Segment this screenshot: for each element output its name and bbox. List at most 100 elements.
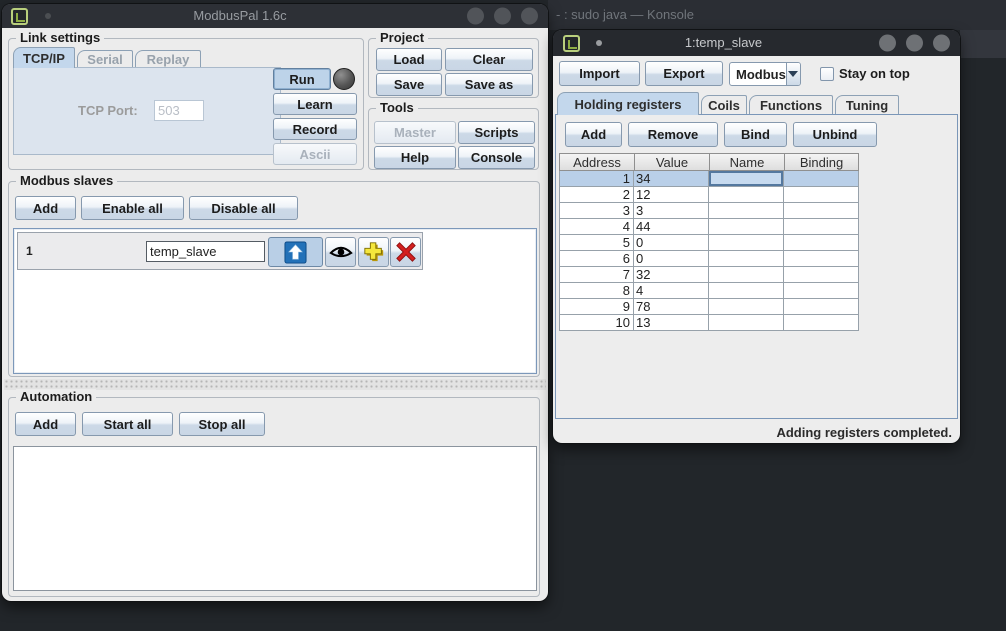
tab-tcpip[interactable]: TCP/IP: [13, 47, 75, 68]
cell-name[interactable]: [709, 219, 784, 235]
table-row[interactable]: 4 44: [559, 219, 859, 235]
register-add-button[interactable]: Add: [565, 122, 622, 147]
cell-value[interactable]: 12: [634, 187, 709, 203]
cell-binding[interactable]: [784, 203, 859, 219]
maximize-button[interactable]: [494, 8, 511, 25]
modbuspal-titlebar[interactable]: ModbusPal 1.6c: [2, 4, 548, 28]
stop-all-button[interactable]: Stop all: [179, 412, 265, 436]
slave-add-button[interactable]: Add: [15, 196, 76, 220]
cell-address[interactable]: 10: [559, 315, 634, 331]
table-row[interactable]: 5 0: [559, 235, 859, 251]
save-button[interactable]: Save: [376, 73, 442, 96]
record-button[interactable]: Record: [273, 118, 357, 140]
slave-editor-titlebar[interactable]: 1:temp_slave: [553, 30, 960, 56]
table-row[interactable]: 10 13: [559, 315, 859, 331]
master-button[interactable]: Master: [374, 121, 456, 144]
tab-functions[interactable]: Functions: [749, 95, 833, 115]
col-binding[interactable]: Binding: [784, 153, 859, 171]
cell-name[interactable]: [709, 267, 784, 283]
cell-address[interactable]: 9: [559, 299, 634, 315]
cell-binding[interactable]: [784, 219, 859, 235]
cell-value[interactable]: 3: [634, 203, 709, 219]
tab-holding-registers[interactable]: Holding registers: [557, 92, 699, 115]
cell-name[interactable]: [709, 203, 784, 219]
table-row[interactable]: 7 32: [559, 267, 859, 283]
automation-add-button[interactable]: Add: [15, 412, 76, 436]
slave-delete-button[interactable]: [390, 237, 421, 267]
cell-address[interactable]: 7: [559, 267, 634, 283]
table-row[interactable]: 6 0: [559, 251, 859, 267]
cell-name[interactable]: [709, 299, 784, 315]
minimize-button[interactable]: [879, 35, 896, 52]
cell-binding[interactable]: [784, 267, 859, 283]
import-button[interactable]: Import: [559, 61, 640, 86]
cell-binding[interactable]: [784, 187, 859, 203]
combobox-button[interactable]: [786, 63, 800, 85]
cell-binding[interactable]: [784, 315, 859, 331]
cell-name[interactable]: [709, 235, 784, 251]
tab-coils[interactable]: Coils: [701, 95, 747, 115]
cell-address[interactable]: 6: [559, 251, 634, 267]
cell-binding[interactable]: [784, 235, 859, 251]
close-button[interactable]: [521, 8, 538, 25]
cell-address[interactable]: 5: [559, 235, 634, 251]
cell-address[interactable]: 1: [559, 171, 634, 187]
slave-enable-toggle[interactable]: [268, 237, 323, 267]
console-button[interactable]: Console: [458, 146, 535, 169]
table-row[interactable]: 2 12: [559, 187, 859, 203]
cell-value[interactable]: 32: [634, 267, 709, 283]
table-row[interactable]: 8 4: [559, 283, 859, 299]
cell-value[interactable]: 0: [634, 235, 709, 251]
stay-on-top-checkbox[interactable]: [820, 67, 834, 81]
cell-address[interactable]: 3: [559, 203, 634, 219]
clear-button[interactable]: Clear: [445, 48, 533, 71]
cell-name[interactable]: [709, 171, 784, 187]
tab-serial[interactable]: Serial: [77, 50, 133, 68]
close-button[interactable]: [933, 35, 950, 52]
cell-value[interactable]: 0: [634, 251, 709, 267]
register-remove-button[interactable]: Remove: [628, 122, 718, 147]
cell-binding[interactable]: [784, 171, 859, 187]
minimize-button[interactable]: [467, 8, 484, 25]
scripts-button[interactable]: Scripts: [458, 121, 535, 144]
cell-binding[interactable]: [784, 299, 859, 315]
table-row[interactable]: 9 78: [559, 299, 859, 315]
save-as-button[interactable]: Save as: [445, 73, 533, 96]
unbind-button[interactable]: Unbind: [793, 122, 877, 147]
cell-binding[interactable]: [784, 251, 859, 267]
cell-value[interactable]: 78: [634, 299, 709, 315]
cell-name[interactable]: [709, 283, 784, 299]
slave-duplicate-button[interactable]: [358, 237, 389, 267]
slave-row[interactable]: 1: [17, 232, 423, 270]
maximize-button[interactable]: [906, 35, 923, 52]
col-name[interactable]: Name: [709, 153, 784, 171]
cell-value[interactable]: 44: [634, 219, 709, 235]
tcp-port-input[interactable]: [154, 100, 204, 121]
start-all-button[interactable]: Start all: [82, 412, 173, 436]
col-address[interactable]: Address: [559, 153, 634, 171]
export-button[interactable]: Export: [645, 61, 723, 86]
slave-name-input[interactable]: [146, 241, 265, 262]
run-button[interactable]: Run: [273, 68, 331, 90]
help-button[interactable]: Help: [374, 146, 456, 169]
cell-name[interactable]: [709, 251, 784, 267]
slave-view-button[interactable]: [325, 237, 356, 267]
tab-replay[interactable]: Replay: [135, 50, 201, 68]
tab-tuning[interactable]: Tuning: [835, 95, 899, 115]
learn-button[interactable]: Learn: [273, 93, 357, 115]
enable-all-button[interactable]: Enable all: [81, 196, 184, 220]
cell-name[interactable]: [709, 315, 784, 331]
cell-address[interactable]: 2: [559, 187, 634, 203]
cell-name[interactable]: [709, 187, 784, 203]
cell-address[interactable]: 4: [559, 219, 634, 235]
cell-value[interactable]: 13: [634, 315, 709, 331]
bind-button[interactable]: Bind: [724, 122, 787, 147]
mode-combobox[interactable]: Modbus: [729, 62, 801, 86]
cell-value[interactable]: 34: [634, 171, 709, 187]
table-row[interactable]: 3 3: [559, 203, 859, 219]
cell-value[interactable]: 4: [634, 283, 709, 299]
cell-binding[interactable]: [784, 283, 859, 299]
load-button[interactable]: Load: [376, 48, 442, 71]
col-value[interactable]: Value: [634, 153, 709, 171]
table-row[interactable]: 1 34: [559, 171, 859, 187]
